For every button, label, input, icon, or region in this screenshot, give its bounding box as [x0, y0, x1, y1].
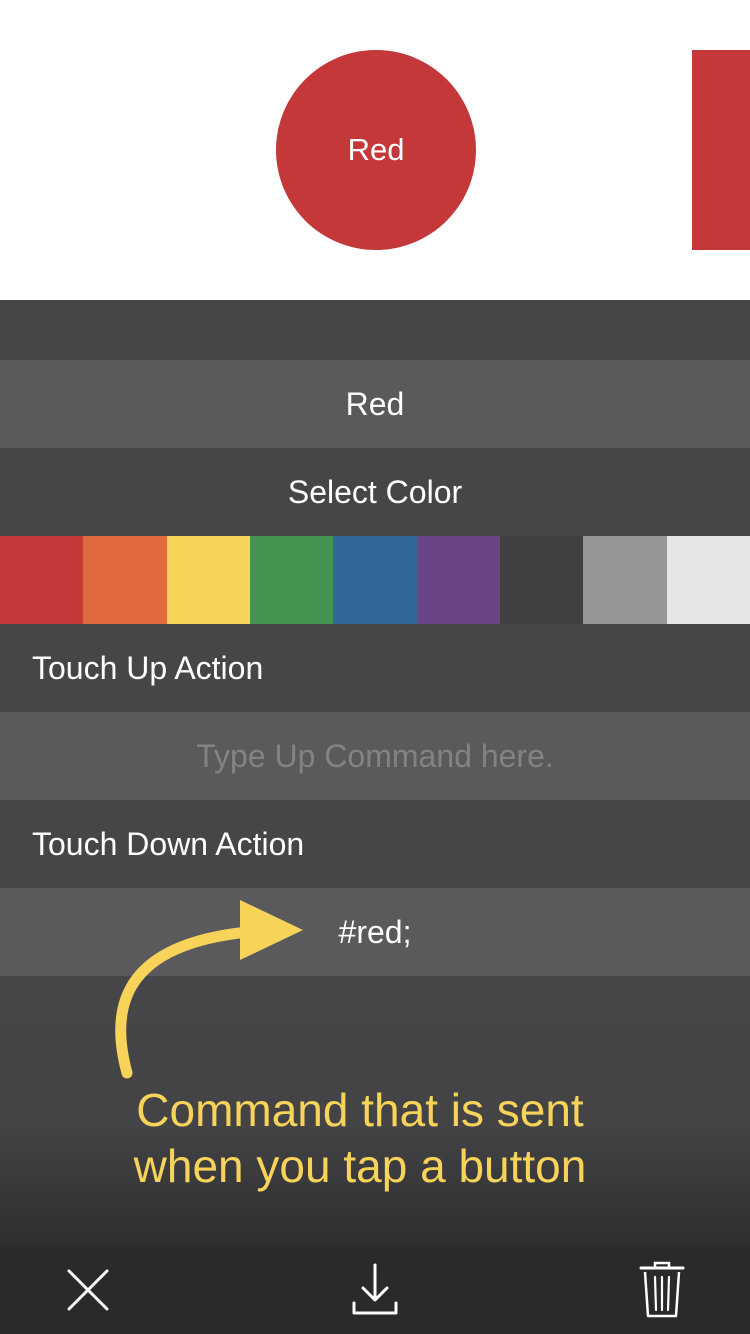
- touch-up-command-input[interactable]: [0, 712, 750, 800]
- touch-down-command-row: [0, 888, 750, 976]
- select-color-header: Select Color: [0, 448, 750, 536]
- touch-down-action-header: Touch Down Action: [0, 800, 750, 888]
- save-button[interactable]: [331, 1246, 419, 1334]
- color-swatch-orange[interactable]: [83, 536, 167, 624]
- color-palette: [0, 536, 750, 624]
- touch-up-action-header: Touch Up Action: [0, 624, 750, 712]
- color-swatch-light-gray[interactable]: [666, 536, 750, 624]
- color-swatch-red[interactable]: [0, 536, 84, 624]
- button-name-value[interactable]: Red: [346, 386, 405, 423]
- annotation-line-2: when you tap a button: [133, 1140, 587, 1192]
- next-preview-button[interactable]: [692, 50, 750, 250]
- annotation-text: Command that is sent when you tap a butt…: [90, 1082, 630, 1194]
- button-preview: Red: [0, 0, 750, 300]
- annotation-line-1: Command that is sent: [136, 1084, 584, 1136]
- trash-icon: [639, 1261, 685, 1318]
- color-swatch-yellow[interactable]: [166, 536, 250, 624]
- color-swatch-gray[interactable]: [583, 536, 667, 624]
- touch-up-action-label: Touch Up Action: [32, 649, 264, 686]
- touch-down-command-input[interactable]: [0, 888, 750, 976]
- download-icon: [352, 1263, 398, 1315]
- bottom-toolbar: [0, 1246, 750, 1334]
- close-icon: [67, 1269, 109, 1311]
- select-color-label: Select Color: [287, 473, 463, 510]
- close-button[interactable]: [44, 1246, 132, 1334]
- button-name-row[interactable]: Red: [0, 360, 750, 448]
- color-swatch-blue[interactable]: [333, 536, 417, 624]
- color-swatch-dark-gray[interactable]: [499, 536, 584, 624]
- color-swatch-purple[interactable]: [416, 536, 500, 624]
- touch-down-action-label: Touch Down Action: [32, 825, 305, 862]
- preview-button-red[interactable]: Red: [276, 50, 476, 250]
- preview-button-label: Red: [347, 132, 405, 167]
- color-swatch-green[interactable]: [249, 536, 334, 624]
- editor-header-spacer: [0, 300, 750, 360]
- delete-button[interactable]: [618, 1246, 706, 1334]
- touch-up-command-row: [0, 712, 750, 800]
